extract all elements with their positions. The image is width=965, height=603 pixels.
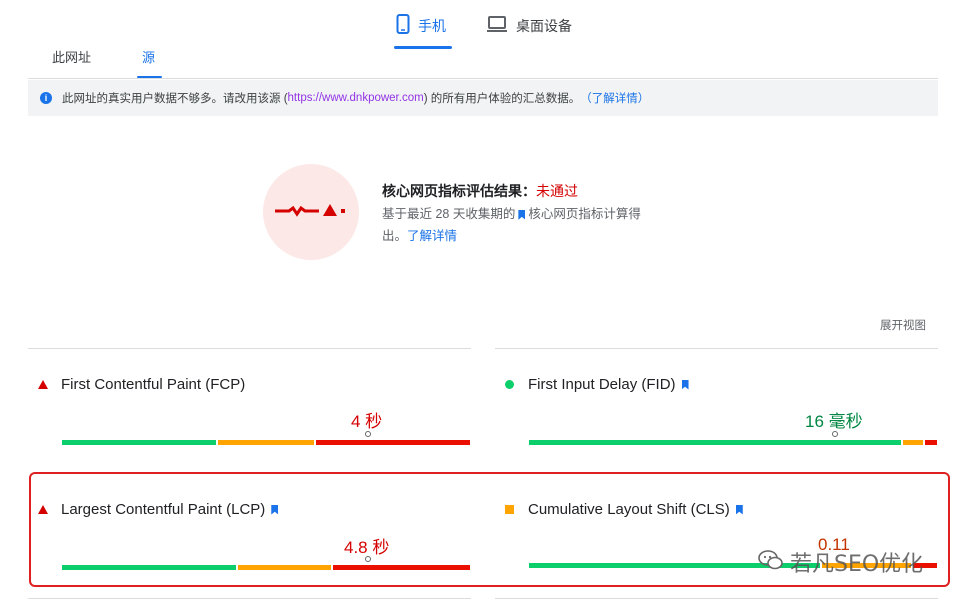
metric-lcp-marker — [365, 556, 371, 562]
metric-lcp-value: 4.8 秒 — [344, 538, 390, 557]
info-icon: i — [40, 92, 52, 104]
phone-icon — [396, 14, 410, 37]
laptop-icon — [486, 15, 508, 36]
metrics-divider-bottom-left — [28, 598, 471, 599]
assessment-description: 基于最近 28 天收集期的 核心网页指标计算得 出。了解详情 — [382, 203, 692, 247]
expand-view-link[interactable]: 展开视图 — [880, 317, 926, 333]
origin-notice-banner: i 此网址的真实用户数据不够多。请改用该源 ( https://www.dnkp… — [28, 80, 938, 116]
metric-fcp-name: First Contentful Paint (FCP) — [61, 376, 246, 393]
tab-origin[interactable]: 源 — [142, 47, 155, 66]
tab-this-url[interactable]: 此网址 — [52, 47, 91, 66]
needs-improvement-segment — [237, 565, 331, 570]
good-segment — [62, 440, 216, 445]
poor-segment — [332, 565, 470, 570]
watermark: 若凡SEO优化 — [758, 546, 923, 578]
bookmark-icon — [518, 209, 526, 220]
needs-improvement-status-icon — [505, 505, 514, 514]
tab-desktop[interactable]: 桌面设备 — [486, 15, 572, 36]
good-status-icon — [505, 380, 514, 389]
metric-lcp-distribution-bar — [62, 565, 470, 570]
metric-lcp-name: Largest Contentful Paint (LCP) — [61, 501, 266, 518]
good-segment — [62, 565, 236, 570]
metric-fid-title: First Input Delay (FID) — [505, 376, 692, 393]
metric-fcp-marker — [365, 431, 371, 437]
metric-fcp-distribution-bar — [62, 440, 470, 445]
assessment-desc-end: 出。 — [382, 229, 408, 243]
assessment-title: 核心网页指标评估结果：未通过 — [382, 181, 578, 201]
assessment-desc-mid: 核心网页指标计算得 — [528, 207, 641, 221]
metric-fcp-value: 4 秒 — [351, 412, 383, 431]
assessment-failed-icon — [263, 164, 359, 260]
origin-link[interactable]: https://www.dnkpower.com — [288, 92, 424, 104]
banner-text-after: ) 的所有用户体验的汇总数据。 — [423, 93, 581, 105]
metric-fid-name: First Input Delay (FID) — [528, 376, 676, 393]
banner-text-before: 此网址的真实用户数据不够多。请改用该源 ( — [62, 93, 288, 105]
tab-desktop-label: 桌面设备 — [516, 17, 572, 34]
wechat-icon — [758, 549, 784, 576]
assessment-title-text: 核心网页指标评估结果： — [382, 183, 536, 199]
metric-cls-name: Cumulative Layout Shift (CLS) — [528, 501, 730, 518]
metric-cls-title: Cumulative Layout Shift (CLS) — [505, 501, 746, 518]
metrics-divider-bottom-right — [495, 598, 938, 599]
bookmark-icon — [271, 504, 279, 515]
good-segment — [529, 440, 901, 445]
metric-fid-value: 16 毫秒 — [805, 412, 863, 431]
metric-lcp-title: Largest Contentful Paint (LCP) — [38, 501, 281, 518]
assessment-learn-more-link[interactable]: 了解详情 — [407, 229, 457, 243]
bookmark-icon — [681, 379, 689, 390]
tab-mobile-label: 手机 — [418, 17, 446, 34]
banner-learn-more-link[interactable]: （了解详情） — [580, 90, 649, 106]
poor-status-icon — [38, 505, 48, 514]
bookmark-icon — [735, 504, 743, 515]
metric-fid-distribution-bar — [529, 440, 937, 445]
needs-improvement-segment — [217, 440, 315, 445]
tab-mobile-underline — [394, 46, 452, 49]
poor-status-icon — [38, 380, 48, 389]
tab-mobile[interactable]: 手机 — [396, 14, 446, 37]
needs-improvement-segment — [902, 440, 923, 445]
assessment-result: 未通过 — [536, 183, 578, 199]
tabs-divider — [28, 78, 938, 79]
metric-fid-marker — [832, 431, 838, 437]
metric-fcp-title: First Contentful Paint (FCP) — [38, 376, 245, 393]
watermark-text: 若凡SEO优化 — [790, 552, 924, 577]
poor-segment — [924, 440, 937, 445]
poor-segment — [316, 440, 470, 445]
assessment-desc-before: 基于最近 28 天收集期的 — [382, 207, 516, 221]
metrics-divider-right — [495, 348, 938, 349]
metrics-divider-left — [28, 348, 471, 349]
